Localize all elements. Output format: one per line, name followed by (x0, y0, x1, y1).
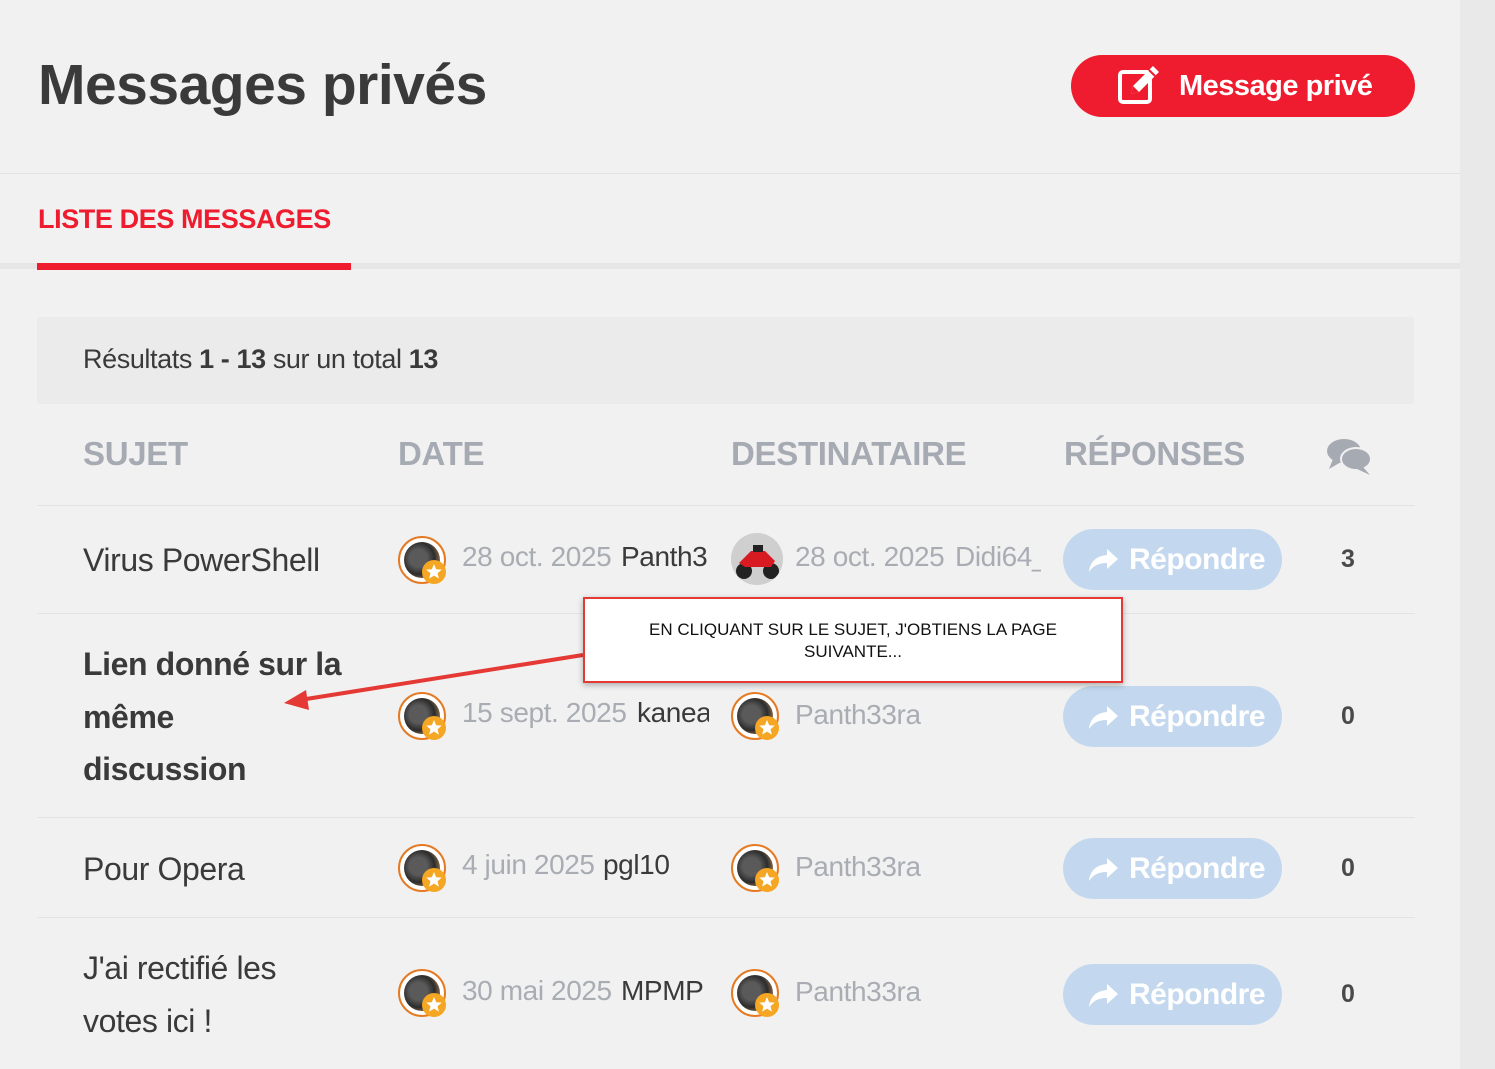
reply-button[interactable]: Répondre (1063, 529, 1282, 590)
recipient-date: 28 oct. 2025 (795, 541, 945, 572)
sender-name[interactable]: pgl10 (603, 849, 709, 881)
table-divider (37, 917, 1415, 918)
share-arrow-icon (1089, 984, 1118, 1007)
star-badge-icon (755, 868, 779, 892)
results-text: Résultats 1 - 13 sur un total 13 (83, 344, 438, 374)
star-badge-icon (755, 716, 779, 740)
recipient-avatar[interactable] (731, 533, 783, 585)
star-badge-icon (422, 716, 446, 740)
column-header-replies[interactable]: RÉPONSES (1064, 435, 1245, 473)
page-title: Messages privés (38, 53, 487, 117)
tab-message-list[interactable]: LISTE DES MESSAGES (38, 204, 331, 235)
reply-button-label: Répondre (1129, 978, 1266, 1011)
column-header-subject[interactable]: SUJET (83, 435, 188, 473)
sender-avatar[interactable] (398, 536, 446, 584)
message-subject-link[interactable]: Virus PowerShell (83, 534, 320, 587)
column-header-recipient[interactable]: DESTINATAIRE (731, 435, 967, 473)
sender-name[interactable]: MPMP (621, 975, 709, 1007)
message-date: 28 oct. 2025 (462, 541, 612, 572)
message-subject-link[interactable]: Pour Opera (83, 843, 245, 896)
page-gutter (1460, 0, 1495, 1069)
recipient-name[interactable]: Panth33ra (795, 851, 921, 883)
message-date: 30 mai 2025 (462, 975, 612, 1006)
reply-count: 0 (1341, 702, 1355, 730)
new-private-message-button[interactable]: Message privé (1071, 55, 1415, 117)
recipient-name[interactable]: Didi64_ (955, 541, 1041, 573)
sender-avatar[interactable] (398, 844, 446, 892)
share-arrow-icon (1089, 858, 1118, 881)
reply-button[interactable]: Répondre (1063, 686, 1282, 747)
reply-button[interactable]: Répondre (1063, 964, 1282, 1025)
star-badge-icon (422, 868, 446, 892)
message-subject-link[interactable]: J'ai rectifié les votes ici ! (83, 942, 323, 1047)
recipient-avatar[interactable] (731, 969, 779, 1017)
recipient-avatar[interactable] (731, 844, 779, 892)
pencil-square-icon (1118, 66, 1159, 104)
results-summary: Résultats 1 - 13 sur un total 13 (37, 317, 1414, 404)
reply-button-label: Répondre (1129, 852, 1266, 885)
annotation-callout: EN CLIQUANT SUR LE SUJET, J'OBTIENS LA P… (583, 597, 1123, 683)
recipient-avatar[interactable] (731, 692, 779, 740)
sender-name[interactable]: Panth3 (621, 541, 709, 573)
reply-button[interactable]: Répondre (1063, 838, 1282, 899)
message-subject-link[interactable]: Lien donné sur la même discussion (83, 638, 343, 796)
share-arrow-icon (1089, 549, 1118, 572)
star-badge-icon (755, 993, 779, 1017)
motorcycle-avatar-icon (731, 533, 783, 585)
tab-active-indicator (37, 263, 351, 270)
comments-icon (1327, 439, 1372, 475)
table-divider (37, 505, 1415, 506)
table-divider (37, 817, 1415, 818)
message-date: 4 juin 2025 (462, 849, 595, 880)
recipient-name[interactable]: Panth33ra (795, 976, 921, 1008)
sender-name[interactable]: kanea (637, 697, 709, 729)
new-private-message-label: Message privé (1179, 70, 1373, 102)
star-badge-icon (422, 993, 446, 1017)
reply-count: 0 (1341, 980, 1355, 1008)
reply-button-label: Répondre (1129, 543, 1266, 576)
share-arrow-icon (1089, 706, 1118, 729)
reply-count: 3 (1341, 545, 1355, 573)
star-badge-icon (422, 560, 446, 584)
reply-button-label: Répondre (1129, 700, 1266, 733)
column-header-date[interactable]: DATE (398, 435, 484, 473)
sender-avatar[interactable] (398, 969, 446, 1017)
divider (0, 173, 1460, 174)
message-date: 15 sept. 2025 (462, 697, 627, 728)
sender-avatar[interactable] (398, 692, 446, 740)
recipient-name[interactable]: Panth33ra (795, 699, 921, 731)
reply-count: 0 (1341, 854, 1355, 882)
